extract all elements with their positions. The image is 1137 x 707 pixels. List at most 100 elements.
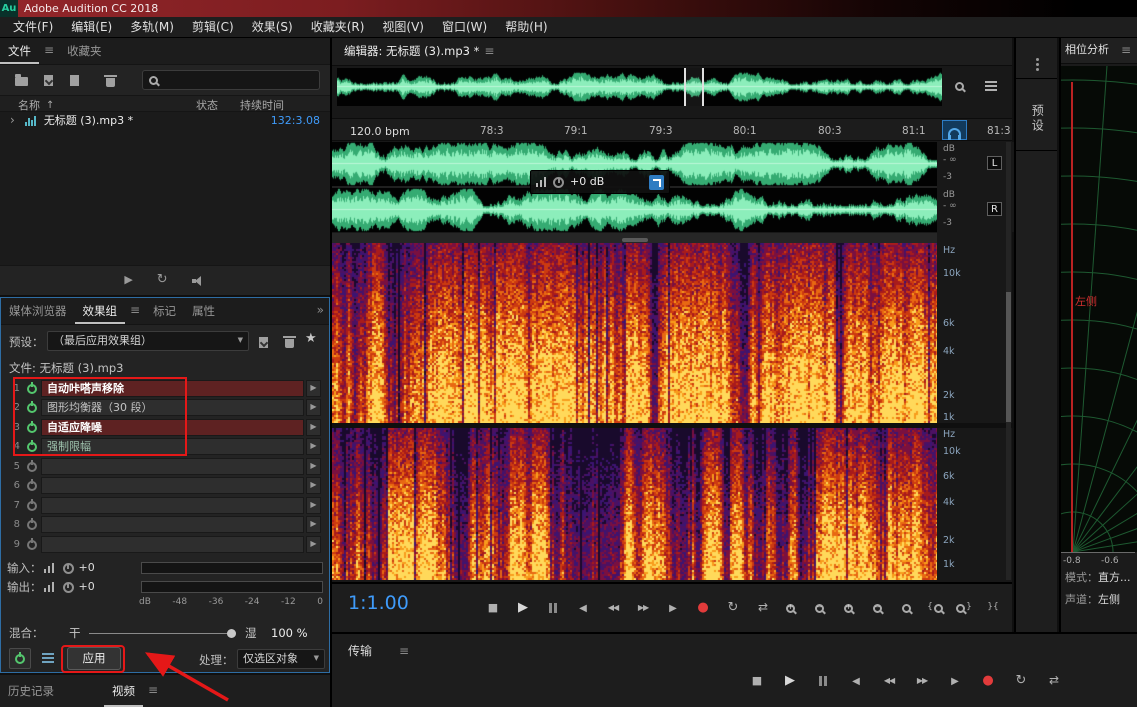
preset-dropdown[interactable]: （最后应用效果组） ▼ <box>47 331 249 351</box>
channel-value[interactable]: 左侧 <box>1098 594 1120 606</box>
column-status[interactable]: 状态 <box>196 100 218 112</box>
zoom-out-time-icon[interactable] <box>864 599 890 617</box>
scrollbar-grip[interactable] <box>622 238 648 242</box>
fast-forward-button[interactable]: ▶▶ <box>630 599 656 617</box>
play-button[interactable]: ▶ <box>510 599 536 617</box>
zoom-sel-end-icon[interactable]: } <box>951 599 977 617</box>
effect-menu-arrow-icon[interactable]: ▶ <box>306 399 321 416</box>
search-box[interactable] <box>142 70 320 90</box>
save-preset-icon[interactable] <box>255 334 271 350</box>
panel-menu-icon[interactable]: ≡ <box>394 645 414 658</box>
effect-menu-arrow-icon[interactable]: ▶ <box>306 516 321 533</box>
effect-power-icon[interactable] <box>27 501 37 511</box>
rewind-button[interactable]: ◀◀ <box>876 672 902 690</box>
file-name[interactable]: 无标题 (3).mp3 * <box>44 115 133 127</box>
menu-edit[interactable]: 编辑(E) <box>62 17 121 37</box>
panel-menu-icon[interactable]: ≡ <box>125 304 145 317</box>
tab-history[interactable]: 历史记录 <box>0 675 62 707</box>
expand-icon[interactable]: › <box>10 114 15 127</box>
stop-button[interactable]: ■ <box>480 599 506 617</box>
fast-forward-button[interactable]: ▶▶ <box>909 672 935 690</box>
mode-value[interactable]: 直方... <box>1098 572 1131 584</box>
effect-menu-arrow-icon[interactable]: ▶ <box>306 477 321 494</box>
effect-name[interactable] <box>41 516 304 533</box>
loop-playback-button[interactable]: ↻ <box>720 599 746 617</box>
play-button[interactable]: ▶ <box>777 672 803 690</box>
menu-window[interactable]: 窗口(W) <box>433 17 496 37</box>
effect-slot[interactable]: 8▶ <box>3 515 321 534</box>
zoom-in-icon[interactable] <box>777 599 803 617</box>
panel-menu-icon[interactable]: ≡ <box>1119 44 1133 57</box>
go-to-start-button[interactable]: ◀ <box>843 672 869 690</box>
overview-selection-handle[interactable] <box>684 68 704 106</box>
effect-menu-arrow-icon[interactable]: ▶ <box>306 419 321 436</box>
menu-multitrack[interactable]: 多轨(M) <box>121 17 183 37</box>
menu-view[interactable]: 视图(V) <box>373 17 433 37</box>
preview-loop-icon[interactable]: ↻ <box>157 273 168 287</box>
favorite-star-icon[interactable]: ★ <box>305 332 317 346</box>
mix-value[interactable]: 100 % <box>271 627 308 640</box>
menu-favorites[interactable]: 收藏夹(R) <box>302 17 374 37</box>
pan-scrollbar[interactable] <box>332 233 937 243</box>
input-gain-knob[interactable] <box>63 563 74 574</box>
effect-slot[interactable]: 7▶ <box>3 496 321 515</box>
effect-power-icon[interactable] <box>27 520 37 530</box>
waveform-right-channel[interactable] <box>332 188 937 232</box>
tab-files[interactable]: 文件 <box>0 38 39 64</box>
panel-menu-icon[interactable]: ≡ <box>39 44 59 57</box>
hud-gain-value[interactable]: +0 dB <box>570 176 604 188</box>
record-button[interactable]: ● <box>975 672 1001 690</box>
file-row[interactable]: › 无标题 (3).mp3 * 132:3.08 <box>0 112 330 130</box>
spectrogram-left-channel[interactable] <box>332 243 937 423</box>
right-channel-badge[interactable]: R <box>987 202 1002 216</box>
search-input[interactable] <box>166 74 313 87</box>
pause-button[interactable] <box>540 599 566 617</box>
menu-clip[interactable]: 剪辑(C) <box>183 17 243 37</box>
tab-properties[interactable]: 属性 <box>184 298 223 324</box>
overview-waveform[interactable] <box>337 68 942 106</box>
effect-menu-arrow-icon[interactable]: ▶ <box>306 458 321 475</box>
effect-slot[interactable]: 9▶ <box>3 535 321 554</box>
time-display[interactable]: 1:1.00 <box>348 593 409 614</box>
monitor-headphones-button[interactable] <box>942 120 967 140</box>
delete-preset-icon[interactable] <box>281 333 297 349</box>
more-tabs-icon[interactable]: » <box>312 304 329 317</box>
input-gain-value[interactable]: +0 <box>79 562 95 574</box>
effect-slot[interactable]: 5▶ <box>3 457 321 476</box>
preview-play-icon[interactable]: ▶ <box>124 274 132 286</box>
process-dropdown[interactable]: 仅选区对象 ▼ <box>237 649 325 669</box>
editor-title[interactable]: 编辑器: 无标题 (3).mp3 * <box>344 45 479 58</box>
effect-name[interactable] <box>41 477 304 494</box>
effect-slot[interactable]: 6▶ <box>3 476 321 495</box>
go-to-end-button[interactable]: ▶ <box>660 599 686 617</box>
left-channel-badge[interactable]: L <box>987 156 1002 170</box>
zoom-selection-icon[interactable] <box>893 599 919 617</box>
stop-button[interactable]: ■ <box>744 672 770 690</box>
effect-menu-arrow-icon[interactable]: ▶ <box>306 497 321 514</box>
tab-media-browser[interactable]: 媒体浏览器 <box>1 298 75 324</box>
column-duration[interactable]: 持续时间 <box>240 100 284 112</box>
panel-menu-icon[interactable]: ≡ <box>479 45 499 58</box>
open-file-icon[interactable] <box>12 72 30 88</box>
effect-name[interactable] <box>41 497 304 514</box>
loop-playback-button[interactable]: ↻ <box>1008 672 1034 690</box>
menu-effects[interactable]: 效果(S) <box>243 17 302 37</box>
import-file-icon[interactable] <box>40 72 56 88</box>
tab-favorites[interactable]: 收藏夹 <box>59 38 110 64</box>
skip-selection-button[interactable]: ⇄ <box>750 599 776 617</box>
effect-name[interactable] <box>41 536 304 553</box>
scrollbar-thumb[interactable] <box>1006 292 1011 422</box>
mix-slider-track[interactable] <box>89 633 231 634</box>
collapsed-presets-tab[interactable]: 预设 <box>1030 104 1043 134</box>
panel-options-icon[interactable] <box>1036 58 1039 61</box>
zoom-in-time-icon[interactable] <box>835 599 861 617</box>
rewind-button[interactable]: ◀◀ <box>600 599 626 617</box>
gain-hud[interactable]: +0 dB <box>530 170 670 194</box>
skip-selection-button[interactable]: ⇄ <box>1041 672 1067 690</box>
effect-menu-arrow-icon[interactable]: ▶ <box>306 380 321 397</box>
output-gain-knob[interactable] <box>63 582 74 593</box>
vertical-scrollbar[interactable] <box>1006 142 1011 580</box>
effect-power-icon[interactable] <box>27 481 37 491</box>
effect-menu-arrow-icon[interactable]: ▶ <box>306 438 321 455</box>
effect-menu-arrow-icon[interactable]: ▶ <box>306 536 321 553</box>
